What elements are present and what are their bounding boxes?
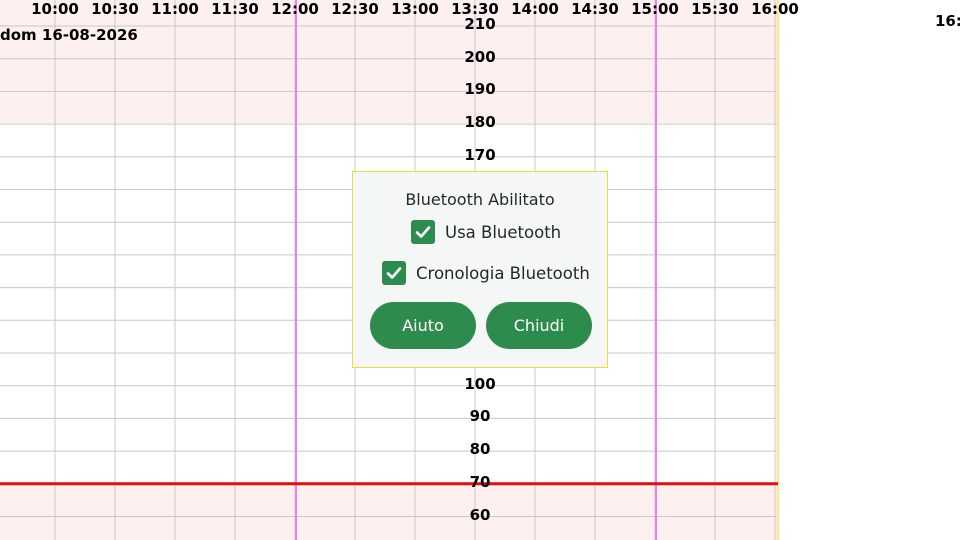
value-label: 100 xyxy=(464,374,496,393)
value-label: 90 xyxy=(469,407,491,426)
time-label: 10:00 xyxy=(31,0,79,18)
checkmark-icon xyxy=(415,226,431,238)
value-label: 200 xyxy=(464,47,496,66)
time-label: 13:00 xyxy=(391,0,439,18)
time-label: 14:00 xyxy=(511,0,559,18)
use-bluetooth-row[interactable]: Usa Bluetooth xyxy=(411,220,561,244)
time-label: 12:30 xyxy=(331,0,379,18)
bluetooth-history-checkbox[interactable] xyxy=(382,261,406,285)
low-range-zone xyxy=(0,481,778,540)
value-label: 70 xyxy=(469,472,491,491)
high-range-zone xyxy=(0,0,778,124)
use-bluetooth-checkbox[interactable] xyxy=(411,220,435,244)
bluetooth-history-row[interactable]: Cronologia Bluetooth xyxy=(382,261,590,285)
time-label: 14:30 xyxy=(571,0,619,18)
time-label: 11:00 xyxy=(151,0,199,18)
close-button[interactable]: Chiudi xyxy=(486,302,592,349)
bluetooth-history-label: Cronologia Bluetooth xyxy=(416,263,590,283)
value-label: 60 xyxy=(469,505,491,524)
value-label: 80 xyxy=(469,440,491,459)
dialog-title: Bluetooth Abilitato xyxy=(405,190,555,209)
value-label: 210 xyxy=(464,15,496,33)
value-label: 190 xyxy=(464,80,496,99)
time-label: 16:00 xyxy=(751,0,799,18)
time-label: 10:30 xyxy=(91,0,139,18)
checkmark-icon xyxy=(386,267,402,279)
bluetooth-dialog: Bluetooth Abilitato Usa Bluetooth Cronol… xyxy=(352,171,608,368)
time-label: 15:30 xyxy=(691,0,739,18)
value-label: 180 xyxy=(464,113,496,132)
help-button[interactable]: Aiuto xyxy=(370,302,476,349)
value-label: 170 xyxy=(464,145,496,164)
time-label-partial: 16: xyxy=(935,12,960,30)
time-label: 11:30 xyxy=(211,0,259,18)
use-bluetooth-label: Usa Bluetooth xyxy=(445,222,562,242)
time-label: 15:00 xyxy=(631,0,679,18)
time-label: 12:00 xyxy=(271,0,319,18)
date-label: dom 16-08-2026 xyxy=(0,26,138,44)
